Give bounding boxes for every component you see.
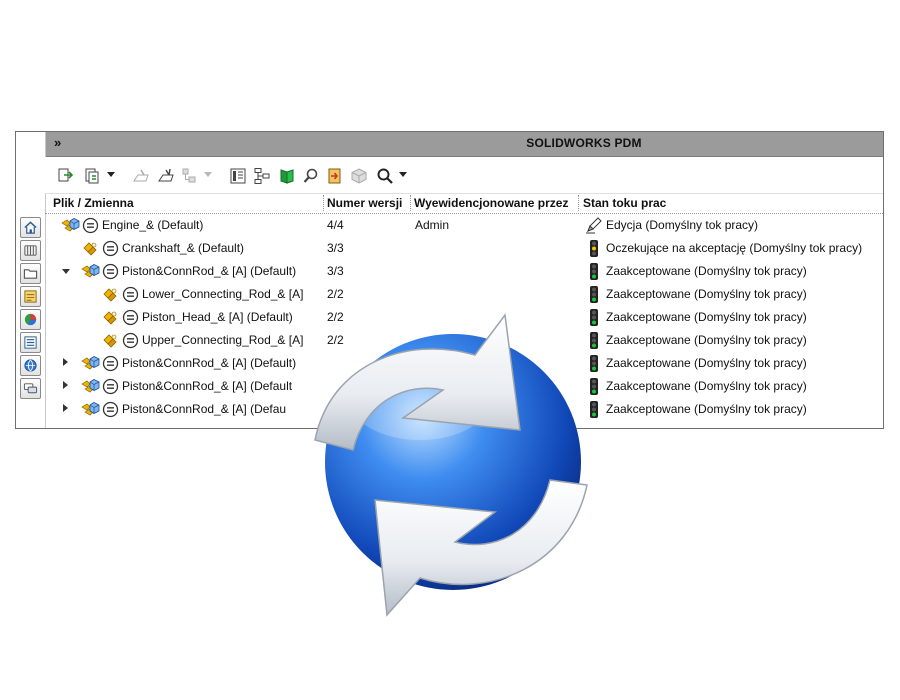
file-name: Lower_Connecting_Rod_& [A] [142,287,304,301]
file-name: Piston&ConnRod_& [A] (Default) [122,356,297,370]
assembly-icon [81,355,100,372]
globe-icon[interactable] [20,355,41,376]
assembly-icon [61,217,80,234]
workflow-state: Zaakceptowane (Domyślny tok pracy) [606,402,807,416]
assembly-icon [81,263,100,280]
data-card-icon[interactable] [228,166,248,186]
folder-icon[interactable] [20,263,41,284]
table-row[interactable]: Crankshaft_& (Default) 3/3 Oczekujące na a… [45,237,883,260]
column-workflow-state[interactable]: Stan toku prac [583,196,666,210]
version-number: 3/3 [327,264,344,278]
get-version-dropdown-icon[interactable] [107,172,115,177]
traffic-light-yellow-icon [585,239,603,258]
traffic-light-green-icon [585,262,603,281]
chat-icon[interactable] [20,378,41,399]
pie-chart-icon[interactable] [20,309,41,330]
column-header: Plik / Zmienna Numer wersji Wyewidencjon… [45,193,883,214]
left-tab-strip [16,132,46,428]
column-version-number[interactable]: Numer wersji [327,196,402,210]
part-icon [101,332,120,349]
collapse-toggle-icon[interactable] [62,269,70,274]
column-checked-out-by[interactable]: Wyewidencjonowane przez [414,196,568,210]
reference-icon [82,217,99,234]
version-number: 3/3 [327,241,344,255]
table-row[interactable]: Piston&ConnRod_& [A] (Default) 3/3 Zaakcep… [45,260,883,283]
file-name: Upper_Connecting_Rod_& [A] [142,333,304,347]
reference-icon [102,355,119,372]
column-divider[interactable] [410,195,412,211]
workflow-dropdown-icon [204,172,212,177]
workflow-state: Zaakceptowane (Domyślny tok pracy) [606,310,807,324]
workflow-state: Zaakceptowane (Domyślny tok pracy) [606,379,807,393]
home-icon[interactable] [20,217,41,238]
workflow-state: Zaakceptowane (Domyślny tok pracy) [606,264,807,278]
assembly-icon [81,401,100,418]
workflow-state: Edycja (Domyślny tok pracy) [606,218,759,232]
package-icon [349,166,369,186]
expand-toggle-icon[interactable] [63,358,68,366]
part-icon [81,240,100,257]
panel-titlebar: » SOLIDWORKS PDM [45,132,883,157]
vault-icon[interactable] [20,240,41,261]
expand-toggle-icon[interactable] [63,381,68,389]
search-dropdown-icon[interactable] [399,172,407,177]
book-icon[interactable] [277,166,297,186]
workflow-state: Zaakceptowane (Domyślny tok pracy) [606,333,807,347]
traffic-light-green-icon [585,285,603,304]
table-row[interactable]: Lower_Connecting_Rod_& [A] 2/2 Zaakceptowa… [45,283,883,306]
reference-icon [122,309,139,326]
check-in-icon[interactable] [55,166,75,186]
workflow-state: Oczekujące na akceptację (Domyślny tok p… [606,241,863,255]
file-name: Engine_& (Default) [102,218,204,232]
reference-icon [122,332,139,349]
part-icon [101,286,120,303]
file-name: Piston&ConnRod_& [A] (Defau [122,402,287,416]
reference-icon [102,240,119,257]
tree-structure-icon[interactable] [252,166,272,186]
refresh-icon [314,313,588,617]
reference-icon [102,378,119,395]
checked-out-by: Admin [415,218,450,232]
workflow-state: Zaakceptowane (Domyślny tok pracy) [606,356,807,370]
file-name: Piston_Head_& [A] (Default) [142,310,293,324]
search-file-icon[interactable] [301,166,321,186]
properties-icon[interactable] [20,286,41,307]
list-view-icon[interactable] [20,332,41,353]
import-icon[interactable] [325,166,345,186]
column-file-variant[interactable]: Plik / Zmienna [53,196,134,210]
part-icon [101,309,120,326]
change-state-icon [131,166,151,186]
expand-toggle-icon[interactable] [63,404,68,412]
search-icon[interactable] [375,166,395,186]
table-row[interactable]: Engine_& (Default) 4/4 Admin Edycja (Domyśl… [45,214,883,237]
toolbar [45,157,883,194]
reference-icon [122,286,139,303]
file-name: Piston&ConnRod_& [A] (Default) [122,264,297,278]
column-divider[interactable] [578,195,580,211]
file-name: Crankshaft_& (Default) [122,241,245,255]
panel-title: SOLIDWORKS PDM [526,136,642,150]
column-divider[interactable] [323,195,325,211]
version-number: 2/2 [327,287,344,301]
reference-icon [102,263,119,280]
submit-icon[interactable] [156,166,176,186]
reference-icon [102,401,119,418]
version-number: 4/4 [327,218,344,232]
workflow-state: Zaakceptowane (Domyślny tok pracy) [606,287,807,301]
get-version-icon[interactable] [82,166,102,186]
assembly-icon [81,378,100,395]
file-name: Piston&ConnRod_& [A] (Default [122,379,293,393]
workflow-icon [180,166,200,186]
pencil-icon [585,216,603,235]
